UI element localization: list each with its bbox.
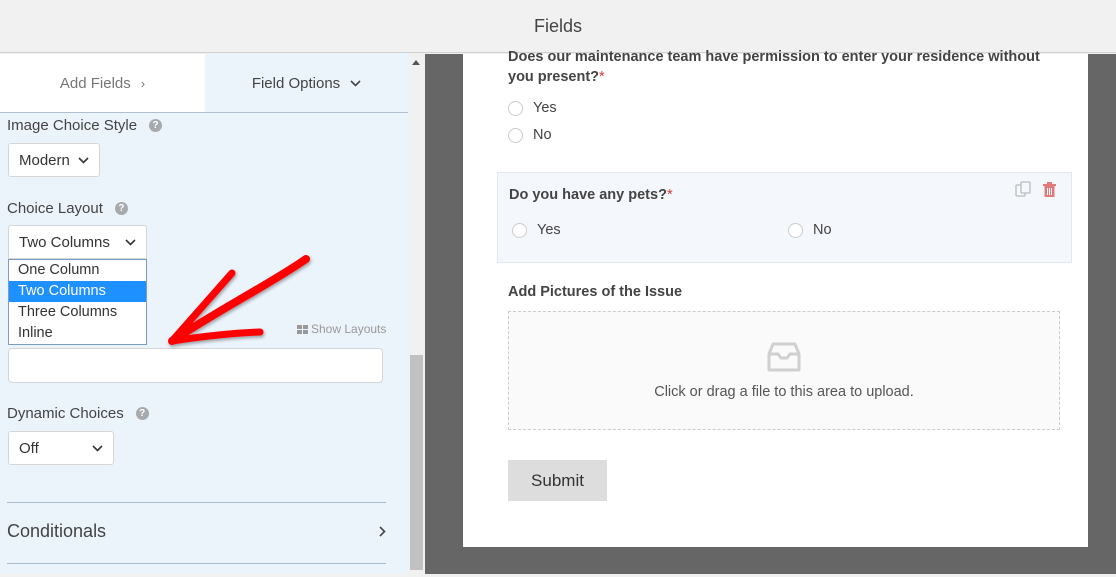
field-options-sidebar: Add Fields › Field Options Image Choice … xyxy=(0,54,408,574)
radio-label: No xyxy=(813,222,832,238)
upload-instructions: Click or drag a file to this area to upl… xyxy=(654,383,914,400)
form-preview: Does our maintenance team have permissio… xyxy=(463,49,1088,547)
chevron-down-icon xyxy=(125,238,136,246)
radio-button[interactable] xyxy=(788,222,803,238)
chevron-right-icon xyxy=(379,526,386,537)
choice-layout-label: Choice Layout ? xyxy=(7,200,128,217)
field-label-text: Do you have any pets? xyxy=(509,187,667,203)
annotation-arrow-icon xyxy=(168,255,310,345)
sidebar-tabs: Add Fields › Field Options xyxy=(0,54,408,113)
choice-layout-value: Two Columns xyxy=(19,233,110,251)
divider xyxy=(7,563,386,564)
divider xyxy=(7,502,386,503)
radio-option-yes[interactable]: Yes xyxy=(508,100,1068,116)
top-bar: Fields xyxy=(0,0,1116,53)
choice-layout-text: Choice Layout xyxy=(7,200,103,217)
tab-field-options-label: Field Options xyxy=(251,74,341,92)
chevron-down-icon xyxy=(92,444,103,452)
help-icon[interactable]: ? xyxy=(114,202,128,215)
image-choice-style-value: Modern xyxy=(19,151,70,169)
submit-button[interactable]: Submit xyxy=(508,460,607,501)
help-icon[interactable]: ? xyxy=(149,119,163,132)
inbox-icon xyxy=(767,342,801,371)
choice-layout-select[interactable]: Two Columns xyxy=(8,225,147,259)
chevron-right-icon: › xyxy=(140,75,146,91)
form-field-pets[interactable]: Do you have any pets?* Yes No xyxy=(497,172,1072,263)
chevron-down-icon xyxy=(350,79,361,87)
required-marker: * xyxy=(599,69,605,85)
dropdown-option-one-column[interactable]: One Column xyxy=(9,260,146,281)
dynamic-choices-text: Dynamic Choices xyxy=(7,405,124,422)
radio-option-yes[interactable]: Yes xyxy=(512,222,561,238)
dynamic-choices-value: Off xyxy=(19,439,39,457)
dynamic-choices-label: Dynamic Choices ? xyxy=(7,405,149,422)
tab-add-fields-label: Add Fields xyxy=(59,74,131,92)
radio-button[interactable] xyxy=(512,222,527,238)
field-label: Do you have any pets?* xyxy=(509,185,673,205)
radio-option-no[interactable]: No xyxy=(508,127,1068,143)
form-preview-canvas: Does our maintenance team have permissio… xyxy=(425,49,1116,574)
file-upload-dropzone[interactable]: Click or drag a file to this area to upl… xyxy=(508,311,1060,430)
dynamic-choices-select[interactable]: Off xyxy=(8,431,114,465)
help-icon[interactable]: ? xyxy=(135,407,149,420)
radio-label: Yes xyxy=(537,222,561,238)
field-label: Add Pictures of the Issue xyxy=(508,284,683,300)
radio-label: Yes xyxy=(533,100,557,116)
dropdown-option-two-columns[interactable]: Two Columns xyxy=(9,281,146,302)
sidebar-scrollbar[interactable] xyxy=(408,54,425,574)
page-title: Fields xyxy=(533,15,582,36)
conditionals-section[interactable]: Conditionals xyxy=(7,521,386,542)
duplicate-icon[interactable] xyxy=(1015,181,1032,198)
dropdown-option-three-columns[interactable]: Three Columns xyxy=(9,302,146,323)
radio-option-no[interactable]: No xyxy=(788,222,832,238)
choice-layout-dropdown: One Column Two Columns Three Columns Inl… xyxy=(8,259,147,345)
conditionals-label: Conditionals xyxy=(7,521,107,541)
trash-icon[interactable] xyxy=(1042,181,1057,198)
tab-field-options[interactable]: Field Options xyxy=(205,54,408,112)
field-label-text: Does our maintenance team have permissio… xyxy=(508,49,1040,85)
tab-add-fields[interactable]: Add Fields › xyxy=(0,54,205,112)
chevron-down-icon xyxy=(78,156,89,164)
dropdown-option-inline[interactable]: Inline xyxy=(9,323,146,344)
scrollbar-thumb[interactable] xyxy=(410,355,423,570)
image-choice-style-select[interactable]: Modern xyxy=(8,143,100,177)
scroll-up-icon[interactable] xyxy=(412,60,420,65)
form-field-file-upload: Add Pictures of the Issue Click or drag … xyxy=(508,282,1060,430)
image-choice-style-text: Image Choice Style xyxy=(7,117,138,134)
radio-button[interactable] xyxy=(508,127,523,143)
field-actions xyxy=(1015,181,1057,198)
form-field-permission[interactable]: Does our maintenance team have permissio… xyxy=(508,47,1068,143)
field-label: Does our maintenance team have permissio… xyxy=(508,47,1068,87)
required-marker: * xyxy=(666,187,673,203)
radio-label: No xyxy=(533,127,552,143)
image-choice-style-label: Image Choice Style ? xyxy=(7,117,163,134)
radio-button[interactable] xyxy=(508,100,523,116)
